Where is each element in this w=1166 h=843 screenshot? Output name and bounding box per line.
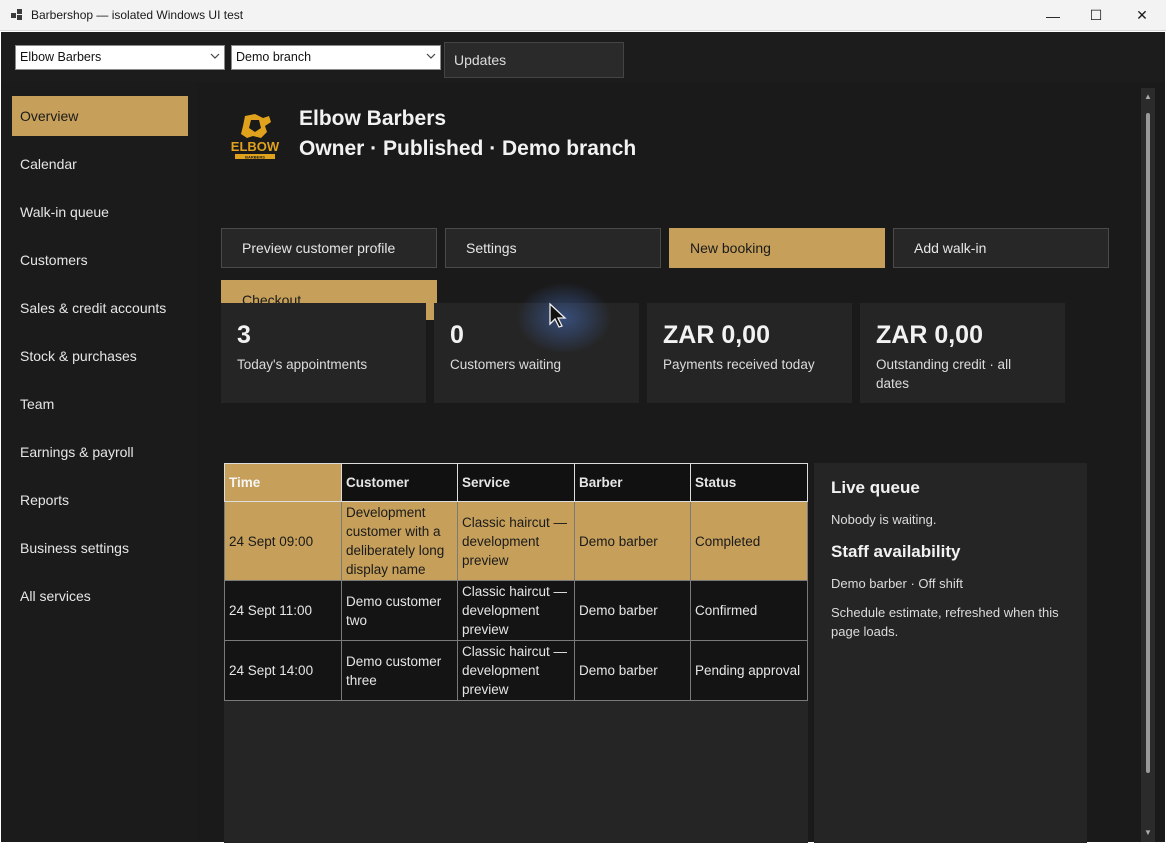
cell-customer: Demo customer two bbox=[341, 580, 458, 641]
stat-value: ZAR 0,00 bbox=[876, 321, 983, 349]
scroll-down-icon[interactable]: ▼ bbox=[1143, 828, 1153, 838]
scrollbar-thumb[interactable] bbox=[1146, 113, 1150, 773]
logo-subtext: BARBERS bbox=[245, 154, 265, 159]
column-header-customer[interactable]: Customer bbox=[341, 463, 458, 502]
sidebar-item-earnings-payroll[interactable]: Earnings & payroll bbox=[12, 432, 188, 472]
sidebar-item-overview[interactable]: Overview bbox=[12, 96, 188, 136]
cell-customer: Development customer with a deliberately… bbox=[341, 501, 458, 581]
table-header-row: Time Customer Service Barber Status bbox=[224, 463, 808, 502]
business-name: Elbow Barbers bbox=[299, 107, 447, 130]
stat-card-outstanding-credit: ZAR 0,00 Outstanding credit · all dates bbox=[860, 303, 1065, 403]
live-queue-text: Nobody is waiting. bbox=[831, 512, 937, 527]
table-row[interactable]: 24 Sept 09:00 Development customer with … bbox=[224, 501, 808, 581]
cell-service: Classic haircut — development preview bbox=[457, 580, 575, 641]
updates-button[interactable]: Updates bbox=[444, 42, 624, 78]
window-titlebar: Barbershop — isolated Windows UI test — … bbox=[0, 0, 1166, 31]
cell-status: Completed bbox=[690, 501, 808, 581]
cell-service: Classic haircut — development preview bbox=[457, 640, 575, 701]
cell-time: 24 Sept 11:00 bbox=[224, 580, 342, 641]
window-body: Elbow Barbers Demo branch Updates Overvi… bbox=[1, 32, 1165, 843]
cell-barber: Demo barber bbox=[574, 580, 691, 641]
sidebar: Overview Calendar Walk-in queue Customer… bbox=[1, 82, 198, 842]
stat-card-payments: ZAR 0,00 Payments received today bbox=[647, 303, 852, 403]
main-content: ELBOW BARBERS Elbow Barbers Owner · Publ… bbox=[198, 82, 1165, 843]
sidebar-item-all-services[interactable]: All services bbox=[12, 576, 188, 616]
business-logo: ELBOW BARBERS bbox=[231, 114, 280, 159]
sidebar-item-reports[interactable]: Reports bbox=[12, 480, 188, 520]
sidebar-item-team[interactable]: Team bbox=[12, 384, 188, 424]
add-walk-in-button[interactable]: Add walk-in bbox=[893, 228, 1109, 268]
appointments-panel: Time Customer Service Barber Status 24 S… bbox=[224, 463, 808, 843]
business-select-value: Elbow Barbers bbox=[20, 50, 102, 64]
logo-wordmark: ELBOW bbox=[231, 139, 280, 154]
sidebar-item-business-settings[interactable]: Business settings bbox=[12, 528, 188, 568]
business-select[interactable]: Elbow Barbers bbox=[15, 45, 225, 70]
sidebar-item-sales-credit[interactable]: Sales & credit accounts bbox=[12, 288, 188, 328]
close-button[interactable]: ✕ bbox=[1119, 0, 1165, 31]
minimize-button[interactable]: — bbox=[1030, 0, 1076, 31]
cell-barber: Demo barber bbox=[574, 501, 691, 581]
column-header-service[interactable]: Service bbox=[457, 463, 575, 502]
stat-label: Today's appointments bbox=[237, 357, 368, 372]
close-icon: ✕ bbox=[1136, 7, 1148, 23]
column-header-barber[interactable]: Barber bbox=[574, 463, 691, 502]
staff-availability-title: Staff availability bbox=[831, 542, 961, 561]
stat-value: 0 bbox=[450, 321, 464, 349]
stat-label: Payments received today bbox=[663, 357, 815, 372]
table-row[interactable]: 24 Sept 11:00 Demo customer two Classic … bbox=[224, 580, 808, 641]
branch-select[interactable]: Demo branch bbox=[231, 45, 441, 70]
main-scrollbar[interactable]: ▲ ▼ bbox=[1141, 88, 1155, 842]
top-toolbar: Elbow Barbers Demo branch Updates bbox=[1, 32, 1165, 82]
branch-select-value: Demo branch bbox=[236, 50, 312, 64]
stat-value: 3 bbox=[237, 321, 251, 349]
settings-button[interactable]: Settings bbox=[445, 228, 661, 268]
business-subtitle: Owner · Published · Demo branch bbox=[299, 137, 637, 160]
cell-time: 24 Sept 14:00 bbox=[224, 640, 342, 701]
table-row[interactable]: 24 Sept 14:00 Demo customer three Classi… bbox=[224, 640, 808, 701]
minimize-icon: — bbox=[1046, 7, 1060, 24]
chevron-down-icon bbox=[426, 53, 436, 59]
sidebar-item-stock-purchases[interactable]: Stock & purchases bbox=[12, 336, 188, 376]
maximize-button[interactable]: ☐ bbox=[1073, 0, 1119, 31]
window-title: Barbershop — isolated Windows UI test bbox=[31, 8, 244, 22]
live-queue-panel: Live queue Nobody is waiting. Staff avai… bbox=[814, 463, 1087, 843]
stat-label: Outstanding credit · all dates bbox=[876, 357, 1012, 391]
stat-value: ZAR 0,00 bbox=[663, 321, 770, 349]
maximize-icon: ☐ bbox=[1089, 7, 1103, 23]
cell-service: Classic haircut — development preview bbox=[457, 501, 575, 581]
cell-barber: Demo barber bbox=[574, 640, 691, 701]
cell-status: Pending approval bbox=[690, 640, 808, 701]
appointments-table: Time Customer Service Barber Status 24 S… bbox=[224, 463, 808, 701]
sidebar-item-walk-in-queue[interactable]: Walk-in queue bbox=[12, 192, 188, 232]
new-booking-button[interactable]: New booking bbox=[669, 228, 885, 268]
app-icon bbox=[11, 9, 23, 21]
chevron-down-icon bbox=[210, 53, 220, 59]
preview-customer-profile-button[interactable]: Preview customer profile bbox=[221, 228, 437, 268]
scroll-up-icon[interactable]: ▲ bbox=[1143, 92, 1153, 102]
column-header-time[interactable]: Time bbox=[224, 463, 342, 502]
cell-status: Confirmed bbox=[690, 580, 808, 641]
stat-card-appointments: 3 Today's appointments bbox=[221, 303, 426, 403]
staff-availability-status: Demo barber · Off shift bbox=[831, 576, 963, 591]
sidebar-item-calendar[interactable]: Calendar bbox=[12, 144, 188, 184]
cell-customer: Demo customer three bbox=[341, 640, 458, 701]
sidebar-item-customers[interactable]: Customers bbox=[12, 240, 188, 280]
mouse-cursor-icon bbox=[549, 302, 567, 328]
live-queue-title: Live queue bbox=[831, 478, 920, 497]
stat-label: Customers waiting bbox=[450, 357, 562, 372]
column-header-status[interactable]: Status bbox=[690, 463, 808, 502]
cell-time: 24 Sept 09:00 bbox=[224, 501, 342, 581]
staff-availability-note: Schedule estimate, refreshed when this p… bbox=[831, 605, 1059, 639]
